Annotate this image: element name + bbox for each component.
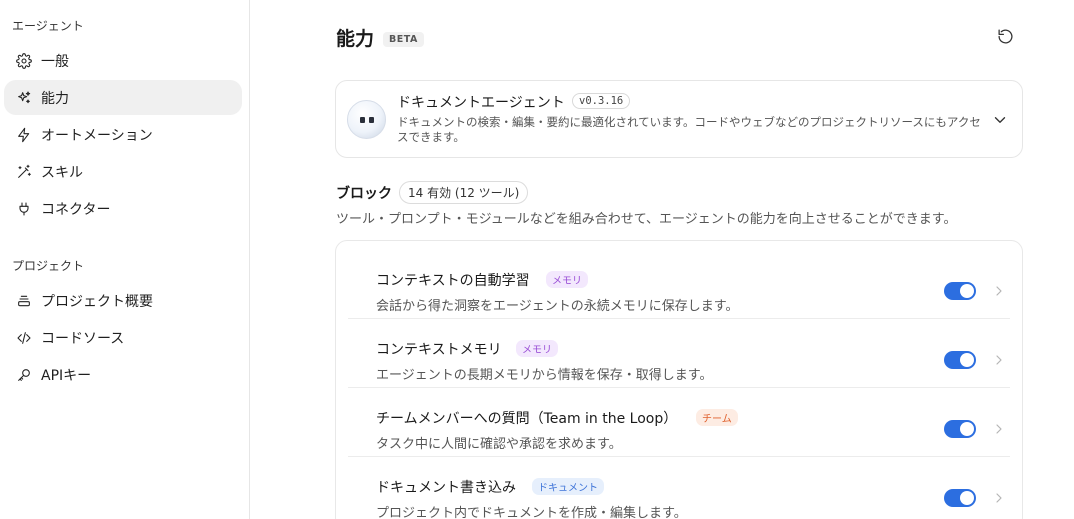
gear-icon — [15, 52, 33, 70]
agent-version-badge: v0.3.16 — [572, 93, 631, 109]
avatar-eye-icon — [360, 117, 365, 123]
block-toggle[interactable] — [944, 351, 976, 369]
list-item[interactable]: コンテキストの自動学習 メモリ 会話から得た洞察をエージェントの永続メモリに保存… — [348, 249, 1010, 318]
list-item[interactable]: チームメンバーへの質問（Team in the Loop） チーム タスク中に人… — [348, 387, 1010, 456]
avatar-eye-icon — [369, 117, 374, 123]
lightning-icon — [15, 126, 33, 144]
page-title: 能力 — [336, 28, 375, 50]
sidebar-item-project-overview[interactable]: プロジェクト概要 — [4, 283, 242, 318]
plug-icon — [15, 200, 33, 218]
sparkles-icon — [15, 89, 33, 107]
toggle-knob — [960, 422, 974, 436]
agent-avatar — [347, 100, 386, 139]
sidebar: エージェント 一般 能力 オートメーション スキル コネクター プロジェクト プ… — [0, 0, 250, 519]
chevron-right-icon[interactable] — [991, 282, 1007, 300]
block-description: タスク中に人間に確認や承認を求めます。 — [376, 437, 622, 452]
chevron-right-icon[interactable] — [991, 420, 1007, 438]
block-description: エージェントの長期メモリから情報を保存・取得します。 — [376, 368, 713, 383]
blocks-title: ブロック — [336, 186, 392, 202]
block-name: コンテキストメモリ — [376, 342, 502, 358]
sidebar-item-skills[interactable]: スキル — [4, 154, 242, 189]
block-toggle[interactable] — [944, 489, 976, 507]
sidebar-item-connectors[interactable]: コネクター — [4, 191, 242, 226]
blocks-description: ツール・プロンプト・モジュールなどを組み合わせて、エージェントの能力を向上させる… — [336, 212, 957, 227]
block-tag: ドキュメント — [532, 478, 604, 495]
reset-button[interactable] — [995, 26, 1015, 46]
list-item[interactable]: ドキュメント書き込み ドキュメント プロジェクト内でドキュメントを作成・編集しま… — [348, 456, 1010, 519]
sidebar-section-project: プロジェクト — [12, 259, 85, 273]
sidebar-item-label: コネクター — [41, 201, 111, 218]
block-description: プロジェクト内でドキュメントを作成・編集します。 — [376, 506, 687, 519]
agent-card[interactable]: ドキュメントエージェント v0.3.16 ドキュメントの検索・編集・要約に最適化… — [335, 80, 1023, 158]
block-tag: メモリ — [546, 271, 588, 288]
block-name: チームメンバーへの質問（Team in the Loop） — [376, 411, 678, 427]
stack-icon — [15, 292, 33, 310]
sidebar-item-code-source[interactable]: コードソース — [4, 320, 242, 355]
agent-description: ドキュメントの検索・編集・要約に最適化されています。コードやウェブなどのプロジェ… — [397, 115, 981, 144]
key-icon — [15, 366, 33, 384]
sidebar-item-label: APIキー — [41, 367, 92, 384]
block-tag: メモリ — [516, 340, 558, 357]
block-toggle[interactable] — [944, 420, 976, 438]
sidebar-section-agent: エージェント — [12, 19, 84, 33]
code-icon — [15, 329, 33, 347]
magic-wand-icon — [15, 163, 33, 181]
chevron-down-icon[interactable] — [991, 111, 1009, 129]
sidebar-item-label: プロジェクト概要 — [41, 293, 153, 310]
beta-badge: BETA — [383, 32, 424, 47]
reset-icon — [997, 28, 1014, 45]
toggle-knob — [960, 491, 974, 505]
block-name: ドキュメント書き込み — [376, 480, 516, 496]
sidebar-item-general[interactable]: 一般 — [4, 43, 242, 78]
blocks-count-badge: 14 有効 (12 ツール) — [399, 181, 529, 204]
sidebar-item-label: スキル — [41, 164, 83, 181]
list-item[interactable]: コンテキストメモリ メモリ エージェントの長期メモリから情報を保存・取得します。 — [348, 318, 1010, 387]
block-description: 会話から得た洞察をエージェントの永続メモリに保存します。 — [376, 299, 739, 314]
sidebar-item-capabilities[interactable]: 能力 — [4, 80, 242, 115]
chevron-right-icon[interactable] — [991, 489, 1007, 507]
blocks-list: コンテキストの自動学習 メモリ 会話から得た洞察をエージェントの永続メモリに保存… — [335, 240, 1023, 519]
sidebar-item-label: 能力 — [41, 90, 69, 107]
sidebar-item-label: オートメーション — [41, 127, 153, 144]
block-tag: チーム — [696, 409, 738, 426]
toggle-knob — [960, 284, 974, 298]
sidebar-item-label: コードソース — [41, 330, 125, 347]
block-name: コンテキストの自動学習 — [376, 273, 530, 289]
sidebar-item-automation[interactable]: オートメーション — [4, 117, 242, 152]
sidebar-item-label: 一般 — [41, 53, 69, 70]
agent-name: ドキュメントエージェント — [397, 95, 565, 111]
chevron-right-icon[interactable] — [991, 351, 1007, 369]
toggle-knob — [960, 353, 974, 367]
main-content: 能力 BETA ドキュメントエージェント v0.3.16 ドキュメントの検索・編… — [251, 0, 1074, 519]
sidebar-item-api-keys[interactable]: APIキー — [4, 357, 242, 392]
block-toggle[interactable] — [944, 282, 976, 300]
